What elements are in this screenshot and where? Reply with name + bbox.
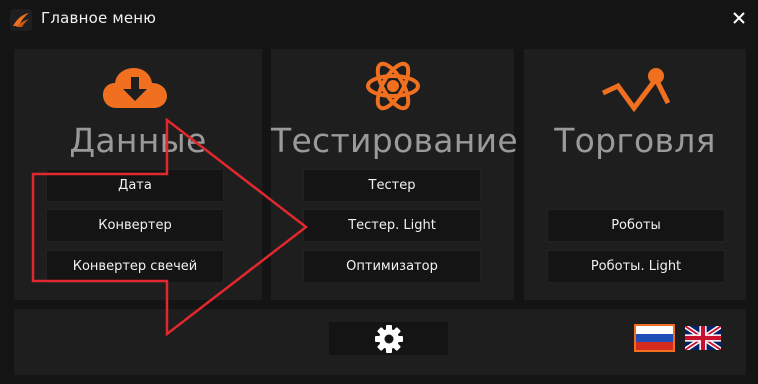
- settings-button[interactable]: [329, 322, 448, 355]
- trading-section-title: Торговля: [554, 121, 716, 160]
- testing-section-title: Тестирование: [271, 121, 519, 160]
- atom-icon: [366, 61, 420, 111]
- optimizer-button[interactable]: Оптимизатор: [303, 250, 481, 283]
- trading-panel: Торговля Роботы Роботы. Light: [524, 49, 746, 300]
- english-language-button[interactable]: [685, 326, 721, 350]
- data-section-title: Данные: [69, 121, 207, 160]
- gear-icon: [375, 325, 403, 353]
- tester-button[interactable]: Тестер: [303, 169, 481, 202]
- candle-converter-button[interactable]: Конвертер свечей: [46, 250, 224, 283]
- data-panel: Данные Дата Конвертер Конвертер свечей: [14, 49, 262, 300]
- uk-flag-icon: [685, 326, 721, 350]
- russia-flag-icon: [636, 326, 673, 350]
- cloud-download-icon: [103, 68, 167, 108]
- robots-button[interactable]: Роботы: [547, 209, 725, 242]
- russian-language-button[interactable]: [634, 324, 675, 352]
- close-icon: [733, 12, 745, 24]
- window-title: Главное меню: [41, 9, 157, 27]
- chart-line-icon: [601, 68, 670, 112]
- tester-light-button[interactable]: Тестер. Light: [303, 209, 481, 242]
- converter-button[interactable]: Конвертер: [46, 209, 224, 242]
- close-button[interactable]: [724, 4, 754, 32]
- robots-light-button[interactable]: Роботы. Light: [547, 250, 725, 283]
- title-bar: Главное меню: [0, 0, 758, 40]
- data-date-button[interactable]: Дата: [46, 169, 224, 202]
- testing-panel: Тестирование Тестер Тестер. Light Оптими…: [271, 49, 519, 300]
- app-logo-icon: [10, 9, 32, 31]
